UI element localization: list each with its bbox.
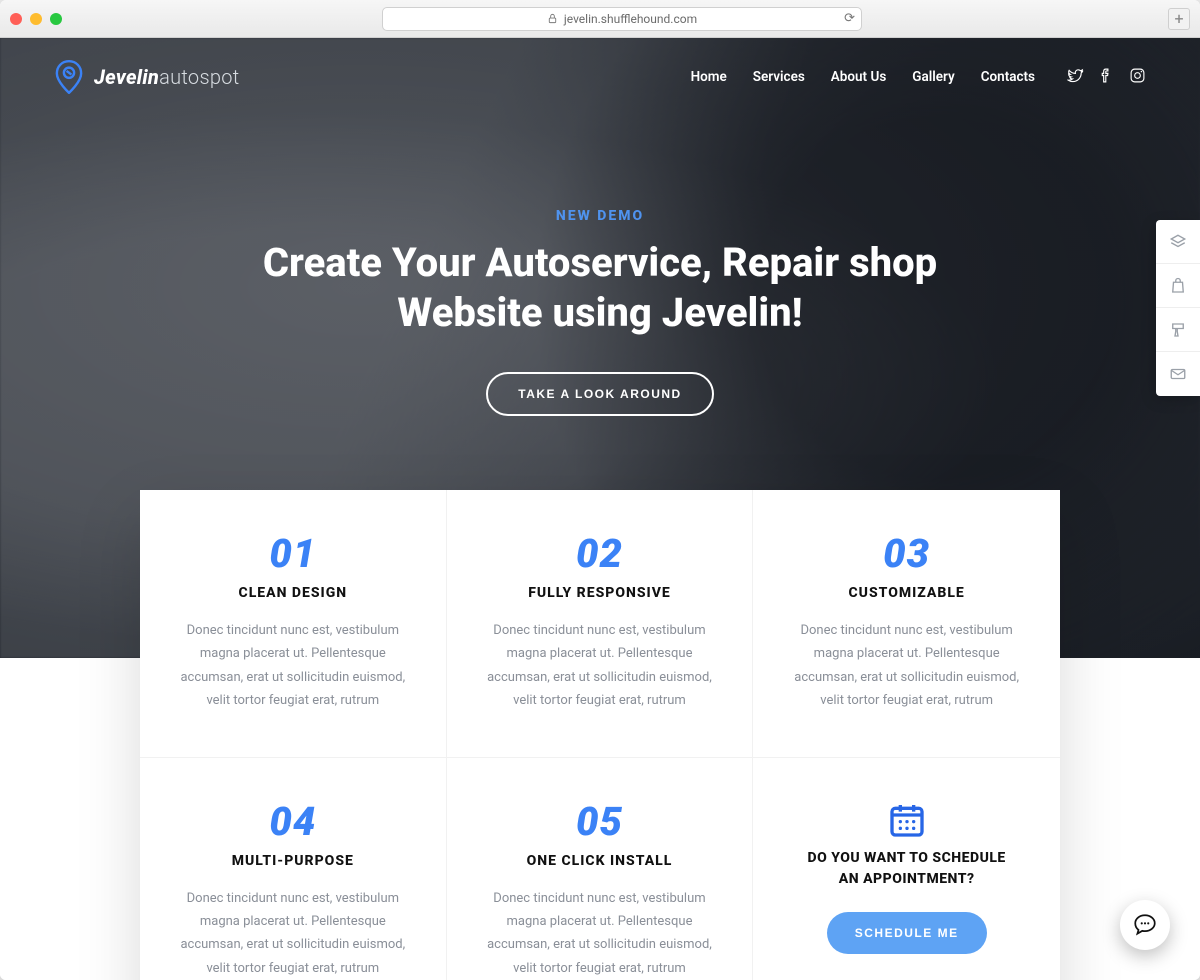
feature-title: CUSTOMIZABLE bbox=[781, 585, 1032, 601]
paint-brush-icon[interactable] bbox=[1156, 308, 1200, 352]
logo-text: Jevelinautospot bbox=[94, 65, 240, 89]
page-viewport: Jevelinautospot Home Services About Us G… bbox=[0, 38, 1200, 980]
feature-number: 02 bbox=[475, 530, 725, 577]
feature-body: Donec tincidunt nunc est, vestibulum mag… bbox=[479, 619, 719, 713]
chat-bubble-button[interactable] bbox=[1120, 900, 1170, 950]
address-bar[interactable]: jevelin.shufflehound.com ⟳ bbox=[382, 7, 862, 31]
schedule-heading: DO YOU WANT TO SCHEDULE AN APPOINTMENT? bbox=[797, 848, 1017, 890]
feature-title: MULTI-PURPOSE bbox=[168, 853, 418, 869]
facebook-icon[interactable] bbox=[1098, 67, 1115, 88]
layers-icon[interactable] bbox=[1156, 220, 1200, 264]
schedule-button[interactable]: SCHEDULE ME bbox=[827, 912, 987, 954]
feature-card-05: 05 ONE CLICK INSTALL Donec tincidunt nun… bbox=[447, 758, 754, 980]
feature-body: Donec tincidunt nunc est, vestibulum mag… bbox=[173, 887, 413, 980]
feature-card-02: 02 FULLY RESPONSIVE Donec tincidunt nunc… bbox=[447, 490, 754, 758]
instagram-icon[interactable] bbox=[1129, 67, 1146, 88]
top-nav: Jevelinautospot Home Services About Us G… bbox=[0, 38, 1200, 116]
features-panel: 01 CLEAN DESIGN Donec tincidunt nunc est… bbox=[140, 490, 1060, 980]
mail-icon[interactable] bbox=[1156, 352, 1200, 396]
nav-link-about[interactable]: About Us bbox=[831, 69, 886, 85]
browser-chrome: jevelin.shufflehound.com ⟳ + bbox=[0, 0, 1200, 38]
twitter-icon[interactable] bbox=[1067, 67, 1084, 88]
schedule-card: DO YOU WANT TO SCHEDULE AN APPOINTMENT? … bbox=[753, 758, 1060, 980]
nav-link-contacts[interactable]: Contacts bbox=[981, 69, 1035, 85]
nav-link-gallery[interactable]: Gallery bbox=[912, 69, 954, 85]
logo-mark-icon bbox=[54, 60, 84, 94]
main-nav: Home Services About Us Gallery Contacts bbox=[691, 67, 1146, 88]
calendar-icon bbox=[887, 800, 927, 840]
nav-link-home[interactable]: Home bbox=[691, 69, 727, 85]
hero-headline: Create Your Autoservice, Repair shop Web… bbox=[220, 238, 980, 338]
site-logo[interactable]: Jevelinautospot bbox=[54, 60, 240, 94]
maximize-window-button[interactable] bbox=[50, 13, 62, 25]
feature-number: 03 bbox=[781, 530, 1032, 577]
feature-title: CLEAN DESIGN bbox=[168, 585, 418, 601]
feature-number: 04 bbox=[168, 798, 418, 845]
nav-link-services[interactable]: Services bbox=[753, 69, 805, 85]
feature-body: Donec tincidunt nunc est, vestibulum mag… bbox=[173, 619, 413, 713]
feature-body: Donec tincidunt nunc est, vestibulum mag… bbox=[787, 619, 1027, 713]
feature-title: FULLY RESPONSIVE bbox=[475, 585, 725, 601]
feature-card-01: 01 CLEAN DESIGN Donec tincidunt nunc est… bbox=[140, 490, 447, 758]
lock-icon bbox=[547, 13, 558, 24]
feature-number: 05 bbox=[475, 798, 725, 845]
window-controls bbox=[10, 13, 62, 25]
feature-card-04: 04 MULTI-PURPOSE Donec tincidunt nunc es… bbox=[140, 758, 447, 980]
close-window-button[interactable] bbox=[10, 13, 22, 25]
reload-icon[interactable]: ⟳ bbox=[844, 11, 855, 26]
chat-icon bbox=[1132, 912, 1158, 938]
feature-card-03: 03 CUSTOMIZABLE Donec tincidunt nunc est… bbox=[753, 490, 1060, 758]
feature-title: ONE CLICK INSTALL bbox=[475, 853, 725, 869]
new-tab-button[interactable]: + bbox=[1168, 8, 1190, 30]
minimize-window-button[interactable] bbox=[30, 13, 42, 25]
feature-number: 01 bbox=[168, 530, 418, 577]
hero-kicker: NEW DEMO bbox=[556, 208, 644, 224]
hero-cta-button[interactable]: TAKE A LOOK AROUND bbox=[486, 372, 713, 416]
feature-body: Donec tincidunt nunc est, vestibulum mag… bbox=[479, 887, 719, 980]
side-toolbar bbox=[1156, 220, 1200, 396]
address-bar-text: jevelin.shufflehound.com bbox=[564, 12, 697, 26]
shopping-bag-icon[interactable] bbox=[1156, 264, 1200, 308]
